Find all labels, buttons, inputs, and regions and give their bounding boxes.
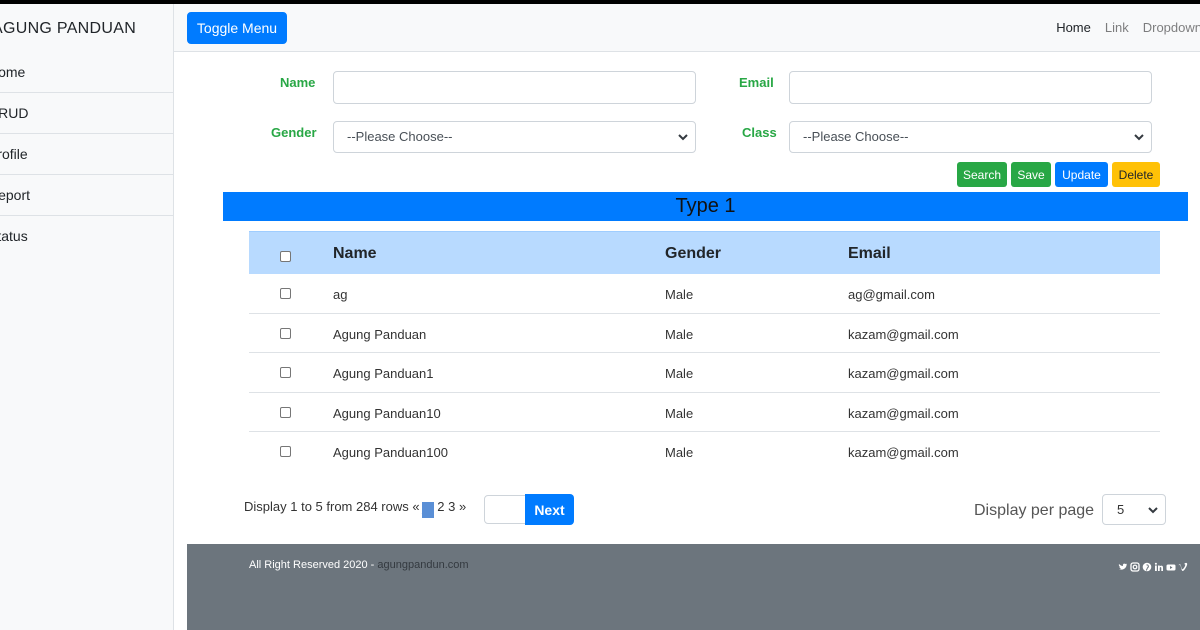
update-button[interactable]: Update	[1055, 162, 1108, 187]
prev-page-link[interactable]: «	[412, 499, 419, 514]
select-all-checkbox[interactable]	[280, 251, 291, 262]
top-navbar: Toggle Menu Home Link Dropdown	[174, 4, 1200, 52]
row-checkbox[interactable]	[280, 367, 291, 378]
per-page-value: 5	[1117, 502, 1125, 517]
footer: All Right Reserved 2020 - agungpandun.co…	[187, 544, 1200, 630]
toggle-menu-button[interactable]: Toggle Menu	[187, 12, 287, 44]
footer-text: All Right Reserved 2020 -	[249, 559, 378, 571]
name-label: Name	[280, 75, 316, 90]
twitter-icon[interactable]	[1118, 559, 1128, 570]
sidebar-item-label: Profile	[0, 146, 28, 162]
page-link-3[interactable]: 3	[448, 499, 455, 514]
cell-gender: Male	[665, 445, 694, 460]
cell-name: Agung Panduan100	[333, 445, 448, 460]
table-row: Agung Panduan1 Male kazam@gmail.com	[249, 353, 1160, 393]
sidebar-item-label: Status	[0, 228, 28, 244]
column-header-gender[interactable]: Gender	[665, 245, 721, 263]
column-header-name[interactable]: Name	[333, 245, 377, 263]
data-table: Name Gender Email ag Male ag@gmail.com A…	[249, 231, 1160, 472]
chevron-down-icon	[1148, 507, 1158, 514]
cell-gender: Male	[665, 326, 694, 342]
footer-copyright: All Right Reserved 2020 - agungpandun.co…	[249, 559, 469, 571]
sidebar-item-label: Report	[0, 187, 31, 203]
sidebar-item-label: Home	[0, 64, 26, 80]
page-link-current[interactable]: 1	[421, 502, 434, 518]
nav-link-dropdown[interactable]: Dropdown	[1143, 20, 1200, 35]
youtube-icon[interactable]	[1166, 559, 1176, 571]
type-heading: Type 1	[223, 192, 1188, 221]
save-button[interactable]: Save	[1011, 162, 1051, 187]
next-button[interactable]: Next	[525, 494, 574, 525]
gender-label: Gender	[271, 125, 317, 140]
gender-select[interactable]: --Please Choose--	[333, 121, 696, 153]
cell-name: Agung Panduan1	[333, 366, 434, 381]
email-input[interactable]	[789, 71, 1152, 104]
sidebar-menu: Home CRUD Profile Report Status	[0, 52, 173, 257]
row-checkbox[interactable]	[280, 288, 291, 299]
gender-select-value: --Please Choose--	[347, 129, 453, 144]
vimeo-icon[interactable]	[1178, 559, 1188, 572]
nav-links: Home Link Dropdown	[1056, 20, 1200, 35]
sidebar-item-profile[interactable]: Profile	[0, 134, 173, 175]
search-button[interactable]: Search	[957, 162, 1007, 187]
sidebar-item-home[interactable]: Home	[0, 52, 173, 93]
cell-email: kazam@gmail.com	[848, 366, 959, 381]
pinterest-icon[interactable]	[1142, 559, 1152, 572]
footer-link[interactable]: agungpandun.com	[377, 559, 468, 571]
cell-gender: Male	[665, 287, 694, 302]
email-label: Email	[739, 75, 774, 90]
column-header-email[interactable]: Email	[848, 245, 891, 263]
cell-email: kazam@gmail.com	[848, 445, 959, 460]
chevron-down-icon	[678, 134, 688, 141]
cell-gender: Male	[665, 405, 694, 421]
social-icons	[1118, 559, 1188, 572]
pagination: Display 1 to 5 from 284 rows «1 2 3 »	[244, 499, 466, 518]
page-link-2[interactable]: 2	[437, 499, 444, 514]
table-row: Agung Panduan100 Male kazam@gmail.com	[249, 432, 1160, 472]
cell-name: Agung Panduan10	[333, 405, 441, 421]
instagram-icon[interactable]	[1130, 559, 1140, 572]
cell-email: kazam@gmail.com	[848, 405, 959, 421]
nav-link-home[interactable]: Home	[1056, 20, 1091, 35]
row-checkbox[interactable]	[280, 327, 291, 339]
row-checkbox[interactable]	[280, 406, 291, 418]
per-page-label: Display per page	[974, 502, 1095, 519]
cell-email: ag@gmail.com	[848, 287, 935, 302]
sidebar-item-crud[interactable]: CRUD	[0, 93, 173, 134]
class-select[interactable]: --Please Choose--	[789, 121, 1152, 153]
per-page-select[interactable]: 5	[1102, 494, 1166, 525]
cell-name: ag	[333, 287, 348, 302]
cell-email: kazam@gmail.com	[848, 326, 959, 342]
class-label: Class	[742, 125, 777, 140]
cell-gender: Male	[665, 366, 694, 381]
name-input[interactable]	[333, 71, 696, 104]
sidebar: AGUNG PANDUAN Home CRUD Profile Report S…	[0, 4, 174, 630]
page-number: 1	[421, 514, 423, 515]
table-header-row: Name Gender Email	[249, 231, 1160, 274]
table-row: Agung Panduan10 Male kazam@gmail.com	[249, 393, 1160, 432]
pagination-summary: Display 1 to 5 from 284 rows	[244, 499, 409, 514]
chevron-down-icon	[1134, 134, 1144, 141]
cell-name: Agung Panduan	[333, 326, 427, 342]
sidebar-item-status[interactable]: Status	[0, 216, 173, 257]
nav-link-link[interactable]: Link	[1105, 20, 1129, 35]
sidebar-item-report[interactable]: Report	[0, 175, 173, 216]
table-row: ag Male ag@gmail.com	[249, 274, 1160, 314]
brand-title[interactable]: AGUNG PANDUAN	[0, 20, 136, 38]
delete-button[interactable]: Delete	[1112, 162, 1160, 187]
class-select-value: --Please Choose--	[803, 129, 909, 144]
linkedin-icon[interactable]	[1154, 559, 1164, 571]
next-page-link[interactable]: »	[459, 499, 466, 514]
row-checkbox[interactable]	[280, 446, 291, 457]
table-row: Agung Panduan Male kazam@gmail.com	[249, 314, 1160, 353]
page-number-input[interactable]	[484, 495, 526, 524]
sidebar-item-label: CRUD	[0, 105, 29, 121]
